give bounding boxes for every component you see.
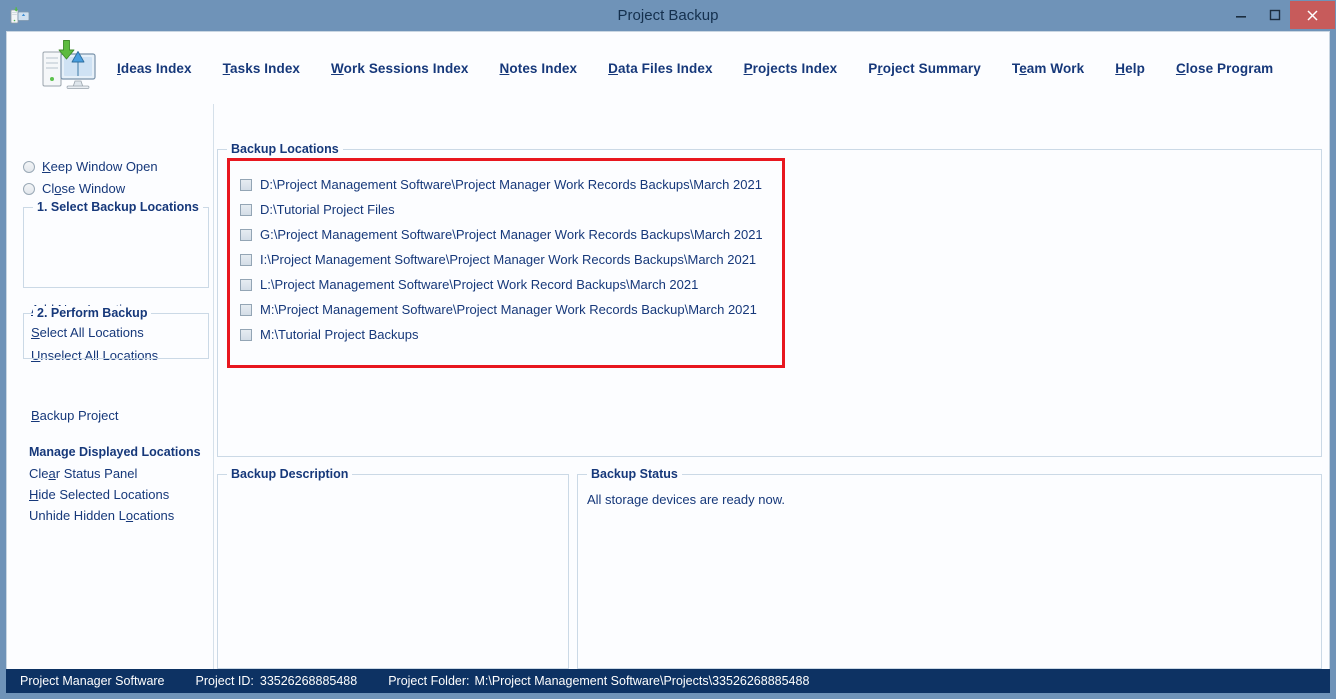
location-label: M:\Tutorial Project Backups bbox=[260, 327, 419, 342]
location-label: M:\Project Management Software\Project M… bbox=[260, 302, 757, 317]
location-label: L:\Project Management Software\Project W… bbox=[260, 277, 699, 292]
list-item[interactable]: M:\Tutorial Project Backups bbox=[240, 322, 1321, 347]
list-item[interactable]: G:\Project Management Software\Project M… bbox=[240, 222, 1321, 247]
link-backup-project[interactable]: Backup Project bbox=[31, 408, 118, 423]
statusbar-project-id-label: Project ID: bbox=[195, 674, 254, 688]
location-checkbox[interactable] bbox=[240, 253, 252, 266]
backup-locations-list[interactable]: D:\Project Management Software\Project M… bbox=[218, 150, 1321, 456]
group-backup-locations: Backup Locations D:\Project Management S… bbox=[217, 142, 1322, 457]
group-title: 2. Perform Backup bbox=[33, 306, 152, 320]
menu-close-program[interactable]: Close Program bbox=[1176, 61, 1273, 76]
menu-projects-index[interactable]: Projects Index bbox=[744, 61, 838, 76]
location-label: G:\Project Management Software\Project M… bbox=[260, 227, 763, 242]
group-title: 1. Select Backup Locations bbox=[33, 200, 203, 214]
backup-computer-icon bbox=[41, 40, 99, 92]
group-perform-backup: 2. Perform Backup bbox=[23, 306, 209, 359]
project-backup-window: Project Backup Ideas Index Tasks Index W… bbox=[0, 0, 1336, 699]
client-area: Ideas Index Tasks Index Work Sessions In… bbox=[6, 31, 1330, 670]
minimize-button[interactable] bbox=[1226, 1, 1256, 29]
location-label: I:\Project Management Software\Project M… bbox=[260, 252, 757, 267]
sidebar: Keep Window Open Close Window 1. Select … bbox=[7, 104, 214, 670]
menu-project-summary[interactable]: Project Summary bbox=[868, 61, 981, 76]
location-checkbox[interactable] bbox=[240, 303, 252, 316]
location-label: D:\Project Management Software\Project M… bbox=[260, 177, 762, 192]
location-checkbox[interactable] bbox=[240, 278, 252, 291]
main-content: Backup Locations D:\Project Management S… bbox=[214, 104, 1329, 670]
radio-close-window[interactable]: Close Window bbox=[23, 181, 125, 196]
close-window-button[interactable] bbox=[1290, 1, 1335, 29]
menu-data-files-index[interactable]: Data Files Index bbox=[608, 61, 712, 76]
link-unhide-hidden-locations[interactable]: Unhide Hidden Locations bbox=[29, 508, 174, 523]
header-bar: Ideas Index Tasks Index Work Sessions In… bbox=[7, 32, 1329, 104]
menu-notes-index[interactable]: Notes Index bbox=[500, 61, 578, 76]
list-item[interactable]: L:\Project Management Software\Project W… bbox=[240, 272, 1321, 297]
backup-status-message: All storage devices are ready now. bbox=[587, 492, 785, 507]
maximize-button[interactable] bbox=[1260, 1, 1290, 29]
status-bar: Project Manager Software Project ID: 335… bbox=[6, 669, 1330, 693]
menu-help[interactable]: Help bbox=[1115, 61, 1145, 76]
location-label: D:\Tutorial Project Files bbox=[260, 202, 395, 217]
radio-keep-window-open[interactable]: Keep Window Open bbox=[23, 159, 158, 174]
manage-displayed-locations-heading: Manage Displayed Locations bbox=[29, 445, 201, 459]
radio-label: Close Window bbox=[42, 181, 126, 196]
menu-work-sessions-index[interactable]: Work Sessions Index bbox=[331, 61, 468, 76]
link-hide-selected-locations[interactable]: Hide Selected Locations bbox=[29, 487, 169, 502]
group-select-backup-locations: 1. Select Backup Locations bbox=[23, 200, 209, 288]
group-backup-description: Backup Description bbox=[217, 467, 569, 669]
menu-ideas-index[interactable]: Ideas Index bbox=[117, 61, 192, 76]
radio-indicator bbox=[23, 160, 35, 173]
radio-label: Keep Window Open bbox=[42, 159, 158, 174]
link-clear-status-panel[interactable]: Clear Status Panel bbox=[29, 466, 137, 481]
list-item[interactable]: M:\Project Management Software\Project M… bbox=[240, 297, 1321, 322]
statusbar-project-id-value: 33526268885488 bbox=[259, 674, 358, 688]
list-item[interactable]: D:\Project Management Software\Project M… bbox=[240, 172, 1321, 197]
location-checkbox[interactable] bbox=[240, 178, 252, 191]
statusbar-project-folder-label: Project Folder: bbox=[388, 674, 470, 688]
location-checkbox[interactable] bbox=[240, 203, 252, 216]
menu-tasks-index[interactable]: Tasks Index bbox=[223, 61, 300, 76]
list-item[interactable]: I:\Project Management Software\Project M… bbox=[240, 247, 1321, 272]
main-menu-bar: Ideas Index Tasks Index Work Sessions In… bbox=[117, 32, 1304, 104]
backup-description-input[interactable] bbox=[218, 475, 568, 668]
statusbar-project-folder-value: M:\Project Management Software\Projects\… bbox=[474, 674, 810, 688]
statusbar-app-name: Project Manager Software bbox=[20, 674, 165, 688]
list-item[interactable]: D:\Tutorial Project Files bbox=[240, 197, 1321, 222]
group-title: Backup Status bbox=[587, 467, 682, 481]
window-title: Project Backup bbox=[617, 7, 719, 24]
location-checkbox[interactable] bbox=[240, 228, 252, 241]
title-bar: Project Backup bbox=[0, 0, 1336, 31]
menu-team-work[interactable]: Team Work bbox=[1012, 61, 1084, 76]
group-backup-status: Backup Status All storage devices are re… bbox=[577, 467, 1322, 669]
location-checkbox[interactable] bbox=[240, 328, 252, 341]
radio-indicator bbox=[23, 182, 35, 195]
